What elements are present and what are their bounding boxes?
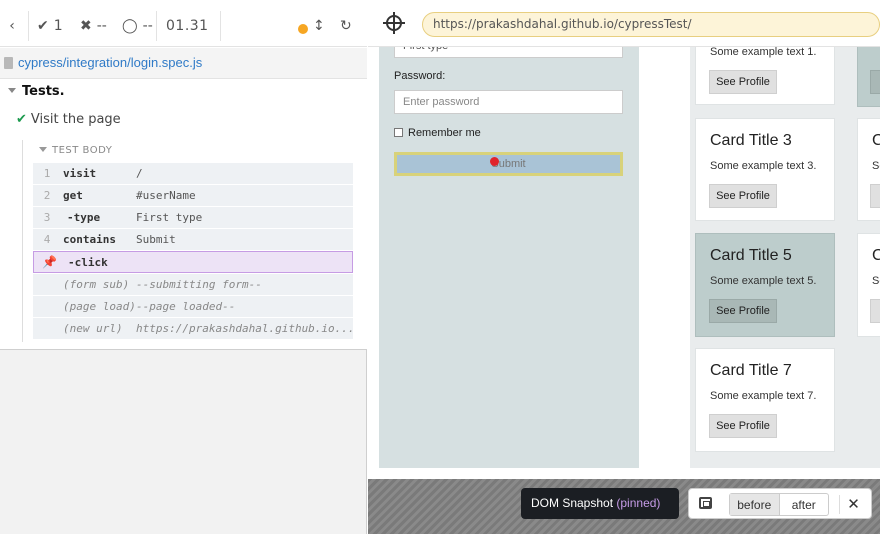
see-profile-button[interactable]: See Profile (709, 70, 777, 94)
reporter-panel: ‹ ✔ 1 ✖ -- ◯ -- 01.31 ↕ ↻ cypress/integrati… (0, 0, 367, 534)
username-field[interactable]: First type (394, 47, 623, 58)
login-form: First type Password: Enter password Reme… (379, 47, 639, 468)
divider (28, 11, 29, 41)
back-button[interactable]: ‹ (0, 5, 24, 47)
spec-header: cypress/integration/login.spec.js (0, 48, 367, 79)
event-row[interactable]: (page load) --page loaded-- (33, 296, 353, 318)
chevron-left-icon: ‹ (9, 18, 15, 34)
event-row[interactable]: (new url) https://prakashdahal.github.io… (33, 318, 355, 340)
running-indicator-icon (298, 24, 308, 34)
card: Some example text 1. See Profile (695, 47, 835, 105)
collapse-triangle-icon (8, 88, 16, 93)
see-profile-button-partial[interactable] (870, 299, 880, 323)
x-icon: ✖ (80, 18, 92, 34)
spec-path-link[interactable]: cypress/integration/login.spec.js (18, 55, 202, 70)
cards-area: Some example text 1. See Profile Card Ti… (690, 47, 880, 468)
reporter-content: ‹ ✔ 1 ✖ -- ◯ -- 01.31 ↕ ↻ cypress/integrati… (0, 0, 367, 350)
snapshot-bar: DOM Snapshot (pinned) before after ✕ (368, 479, 880, 534)
stats-bar: ‹ ✔ 1 ✖ -- ◯ -- 01.31 ↕ ↻ (0, 5, 367, 47)
after-button[interactable]: after (780, 494, 829, 515)
autoscroll-toggle-icon[interactable]: ↕ (313, 5, 325, 47)
suite-title[interactable]: Tests. (8, 84, 65, 99)
before-button[interactable]: before (730, 494, 780, 515)
see-profile-button[interactable]: See Profile (709, 184, 777, 208)
check-icon: ✔ (37, 18, 49, 34)
reload-icon: ↻ (340, 18, 352, 34)
click-indicator-icon (490, 157, 499, 166)
command-row[interactable]: 4 contains Submit (33, 229, 353, 251)
check-icon: ✔ (16, 112, 27, 127)
checkbox[interactable] (394, 128, 403, 137)
command-row[interactable]: 2 get #userName (33, 185, 353, 207)
failed-count: ✖ -- (80, 18, 107, 34)
rerun-button[interactable]: ↻ (340, 5, 352, 47)
duration: 01.31 (166, 18, 209, 34)
card-partial: C Sc (857, 233, 880, 337)
highlight-toggle-icon[interactable] (699, 497, 712, 509)
see-profile-button[interactable]: See Profile (709, 299, 777, 323)
test-title[interactable]: ✔ Visit the page (16, 112, 121, 127)
command-row[interactable]: 3 -type First type (33, 207, 353, 229)
circle-icon: ◯ (122, 18, 138, 34)
see-profile-button[interactable]: See Profile (709, 414, 777, 438)
card-partial: C Sc (857, 118, 880, 221)
divider (156, 11, 157, 41)
passed-count: ✔ 1 (37, 18, 63, 34)
see-profile-button-partial[interactable] (870, 70, 880, 94)
card: Card Title 3 Some example text 3. See Pr… (695, 118, 835, 221)
pin-icon[interactable]: 📌 (42, 255, 57, 269)
password-field[interactable]: Enter password (394, 90, 623, 114)
submit-button[interactable]: Submit (394, 152, 623, 176)
password-label: Password: (394, 70, 446, 82)
file-icon (4, 57, 13, 69)
snapshot-controls: before after ✕ (688, 488, 872, 519)
collapse-triangle-icon (39, 147, 47, 152)
selector-playground-icon[interactable] (383, 12, 405, 34)
test-body: TEST BODY 1 visit / 2 get #userName 3 -t… (22, 140, 355, 342)
command-row-pinned[interactable]: 📌 -click (33, 251, 353, 273)
dom-snapshot-label: DOM Snapshot (pinned) (521, 488, 679, 519)
card: Card Title 7 Some example text 7. See Pr… (695, 348, 835, 452)
cypress-runner: ‹ ✔ 1 ✖ -- ◯ -- 01.31 ↕ ↻ cypress/integrati… (0, 0, 880, 534)
card-highlighted: Card Title 5 Some example text 5. See Pr… (695, 233, 835, 337)
test-body-header[interactable]: TEST BODY (39, 145, 112, 156)
aut-header: https://prakashdahal.github.io/cypressTe… (368, 0, 880, 47)
before-after-toggle: before after (729, 493, 829, 516)
card-partial (857, 47, 880, 107)
app-under-test: First type Password: Enter password Reme… (368, 47, 880, 479)
url-display: https://prakashdahal.github.io/cypressTe… (422, 12, 880, 37)
close-snapshot-button[interactable]: ✕ (839, 495, 867, 514)
divider (220, 11, 221, 41)
close-icon: ✕ (847, 495, 860, 513)
see-profile-button-partial[interactable] (870, 184, 880, 208)
event-row[interactable]: (form sub) --submitting form-- (33, 274, 353, 296)
remember-me[interactable]: Remember me (394, 127, 481, 139)
pending-count: ◯ -- (122, 18, 153, 34)
command-row[interactable]: 1 visit / (33, 163, 353, 185)
